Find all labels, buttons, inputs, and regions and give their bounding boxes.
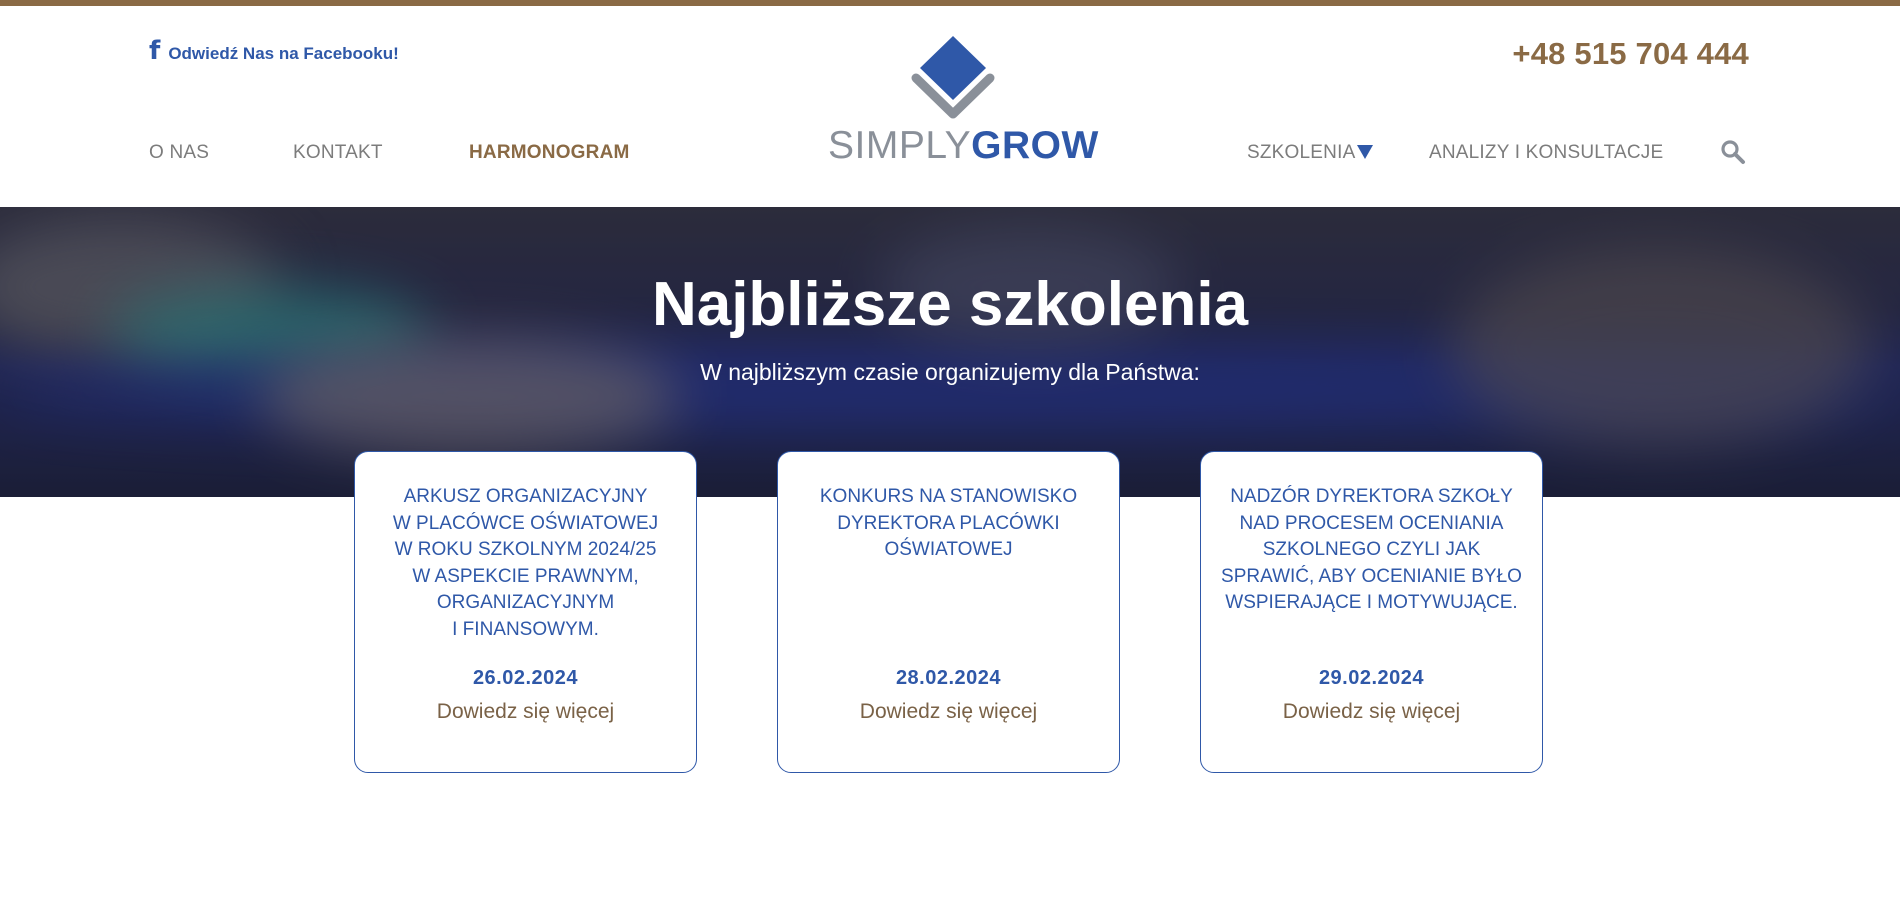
- training-card[interactable]: ARKUSZ ORGANIZACYJNY W PLACÓWCE OŚWIATOW…: [354, 451, 697, 773]
- search-icon[interactable]: [1720, 139, 1746, 165]
- hero-subtitle: W najbliższym czasie organizujemy dla Pa…: [700, 359, 1200, 385]
- logo-diamond-icon: [911, 36, 995, 119]
- training-card-title: ARKUSZ ORGANIZACYJNY W PLACÓWCE OŚWIATOW…: [392, 486, 659, 640]
- training-card[interactable]: KONKURS NA STANOWISKO DYREKTORA PLACÓWKI…: [777, 451, 1120, 773]
- logo-text-simply: SIMPLY: [828, 124, 972, 167]
- nav-item-kontakt[interactable]: KONTAKT: [293, 142, 383, 164]
- training-card-date: 26.02.2024: [472, 667, 579, 689]
- nav-item-o-nas[interactable]: O NAS: [149, 142, 209, 164]
- nav-item-analizy-i-konsultacje[interactable]: ANALIZY I KONSULTACJE: [1429, 142, 1663, 164]
- nav-item-szkolenia[interactable]: SZKOLENIA: [1247, 142, 1355, 164]
- training-card-date: 28.02.2024: [895, 667, 1002, 689]
- facebook-link-label: Odwiedź Nas na Facebooku!: [168, 44, 399, 63]
- phone-number[interactable]: +48 515 704 444: [1512, 36, 1749, 72]
- nav-item-harmonogram[interactable]: HARMONOGRAM: [469, 142, 630, 164]
- learn-more-link[interactable]: Dowiedz się więcej: [1201, 700, 1542, 724]
- training-card-title: NADZÓR DYREKTORA SZKOŁY NAD PROCESEM OCE…: [1221, 486, 1522, 613]
- training-card[interactable]: NADZÓR DYREKTORA SZKOŁY NAD PROCESEM OCE…: [1200, 451, 1543, 773]
- learn-more-link[interactable]: Dowiedz się więcej: [355, 700, 696, 724]
- logo-text-grow: GROW: [971, 124, 1099, 167]
- hero-title: Najbliższe szkolenia: [651, 270, 1249, 339]
- facebook-link[interactable]: f Odwiedź Nas na Facebooku!: [149, 38, 399, 64]
- site-header: f Odwiedź Nas na Facebooku! +48 515 704 …: [0, 6, 1900, 207]
- facebook-icon: f: [149, 36, 161, 66]
- learn-more-link[interactable]: Dowiedz się więcej: [778, 700, 1119, 724]
- training-card-date: 29.02.2024: [1318, 667, 1425, 689]
- logo-wordmark: SIMPLYGROW: [828, 124, 1098, 168]
- training-card-title: KONKURS NA STANOWISKO DYREKTORA PLACÓWKI…: [819, 486, 1078, 560]
- caret-down-icon[interactable]: [1357, 145, 1373, 159]
- site-logo[interactable]: SIMPLYGROW: [828, 34, 1098, 169]
